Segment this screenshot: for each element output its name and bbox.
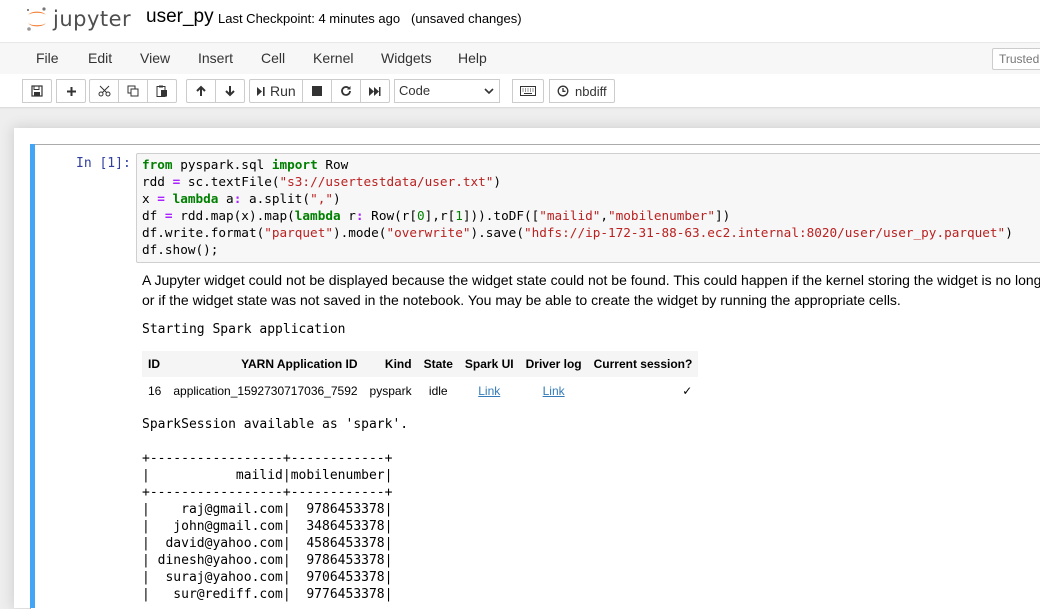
ascii-line: | john@gmail.com| 3486453378| (142, 519, 393, 534)
history-icon (557, 85, 569, 97)
cell-state: idle (428, 384, 448, 398)
input-prompt: In [1]: (76, 156, 131, 171)
paste-icon (156, 85, 167, 97)
cut-icon (98, 85, 110, 97)
fast-forward-icon (369, 86, 381, 96)
edit-group (89, 79, 177, 103)
save-button[interactable] (22, 79, 52, 103)
menu-cell[interactable]: Cell (261, 50, 285, 66)
move-down-button[interactable] (215, 79, 245, 103)
jupyter-logo[interactable]: jupyter (25, 3, 131, 35)
menu-view[interactable]: View (140, 50, 170, 66)
current-session-check: ✓ (682, 384, 693, 398)
cell-id: 16 (148, 384, 162, 398)
insert-cell-button[interactable] (56, 79, 86, 103)
arrow-down-icon (225, 86, 235, 97)
checkpoint-status: Last Checkpoint: 4 minutes ago (218, 11, 401, 26)
ascii-line: +-----------------+------------+ (142, 451, 393, 466)
unsaved-indicator: (unsaved changes) (411, 11, 522, 26)
table-header-row: ID YARN Application ID Kind State Spark … (142, 351, 699, 377)
menu-insert[interactable]: Insert (198, 50, 233, 66)
driver-log-link[interactable]: Link (543, 384, 565, 398)
widget-message-line-2: or if the widget state was not saved in … (142, 292, 901, 308)
cut-button[interactable] (89, 79, 119, 103)
ascii-line: | mailid|mobilenumber| (142, 468, 393, 483)
logo-text: jupyter (53, 7, 132, 31)
col-driver-log: Driver log (519, 351, 588, 377)
col-state: State (417, 351, 459, 377)
run-label: Run (270, 83, 296, 99)
ascii-line: | dinesh@yahoo.com| 9786453378| (142, 553, 393, 568)
cell-app-id: application_1592730717036_7592 (173, 384, 358, 398)
insert-group (56, 79, 86, 103)
command-palette-group (512, 79, 544, 103)
save-group (22, 79, 52, 103)
code-content[interactable]: from pyspark.sql import Row rdd = sc.text… (142, 156, 1013, 258)
starting-spark-text: Starting Spark application (142, 322, 346, 337)
menu-kernel[interactable]: Kernel (313, 50, 353, 66)
restart-icon (340, 86, 351, 96)
col-current-session: Current session? (587, 351, 699, 377)
plus-icon (66, 86, 76, 96)
run-group: Run (249, 79, 390, 103)
ascii-line: | raj@gmail.com| 9786453378| (142, 502, 393, 517)
menu-file[interactable]: File (36, 50, 59, 66)
dataframe-output: +-----------------+------------+ | mailid… (142, 450, 392, 603)
spark-session-table: ID YARN Application ID Kind State Spark … (142, 351, 699, 405)
move-up-button[interactable] (186, 79, 216, 103)
cell-type-select[interactable]: Code (394, 79, 500, 103)
col-yarn-app-id: YARN Application ID (167, 351, 364, 377)
menu-bar: File Edit View Insert Cell Kernel Widget… (0, 42, 1040, 75)
ascii-line: | david@yahoo.com| 4586453378| (142, 536, 393, 551)
command-palette-button[interactable] (512, 79, 544, 103)
run-icon (257, 86, 265, 96)
widget-message-line-1: A Jupyter widget could not be displayed … (142, 272, 1040, 288)
cell-selection-bar (30, 144, 35, 608)
copy-button[interactable] (118, 79, 148, 103)
ascii-line: | suraj@yahoo.com| 9706453378| (142, 570, 393, 585)
cell-type-value: Code (399, 83, 431, 98)
save-icon (31, 85, 43, 97)
code-line-4: df = rdd.map(x).map(lambda r: Row(r[0],r… (142, 208, 731, 223)
spark-session-available-text: SparkSession available as 'spark'. (142, 417, 409, 432)
paste-button[interactable] (147, 79, 177, 103)
menu-edit[interactable]: Edit (88, 50, 112, 66)
jupyter-logo-icon (27, 7, 46, 31)
chevron-down-icon (484, 88, 494, 95)
col-spark-ui: Spark UI (458, 351, 520, 377)
header: jupyter user_py Last Checkpoint: 4 minut… (0, 0, 1040, 42)
arrow-up-icon (196, 85, 206, 96)
menu-help[interactable]: Help (458, 50, 487, 66)
copy-icon (127, 85, 139, 97)
interrupt-button[interactable] (301, 79, 332, 103)
restart-button[interactable] (330, 79, 361, 103)
code-line-5: df.write.format("parquet").mode("overwri… (142, 225, 1013, 240)
code-line-1: from pyspark.sql import Row (142, 157, 349, 172)
table-row: 16 application_1592730717036_7592 pyspar… (142, 377, 698, 405)
code-line-3: x = lambda a: a.split(",") (142, 191, 341, 206)
notebook-name[interactable]: user_py (146, 6, 214, 28)
keyboard-icon (520, 86, 536, 96)
col-id: ID (142, 351, 168, 377)
nbdiff-label: nbdiff (575, 83, 607, 99)
code-line-6: df.show(); (142, 242, 219, 257)
run-button[interactable]: Run (249, 79, 303, 103)
stop-icon (311, 86, 322, 96)
menu-widgets[interactable]: Widgets (381, 50, 432, 66)
nbdiff-button[interactable]: nbdiff (549, 79, 615, 103)
spark-ui-link[interactable]: Link (478, 384, 500, 398)
nbdiff-group: nbdiff (549, 79, 615, 103)
code-line-2: rdd = sc.textFile("s3://usertestdata/use… (142, 174, 502, 189)
widget-error-message: A Jupyter widget could not be displayed … (142, 270, 1040, 310)
header-shadow (0, 107, 1040, 109)
restart-run-all-button[interactable] (359, 79, 390, 103)
col-kind: Kind (363, 351, 418, 377)
cell-kind: pyspark (369, 384, 412, 398)
move-group (186, 79, 245, 103)
toolbar: Run nbdiff (0, 74, 1040, 107)
ascii-line: | sur@rediff.com| 9776453378| (142, 587, 393, 602)
ascii-line: +-----------------+------------+ (142, 485, 393, 500)
trusted-indicator[interactable]: Trusted (992, 48, 1040, 70)
